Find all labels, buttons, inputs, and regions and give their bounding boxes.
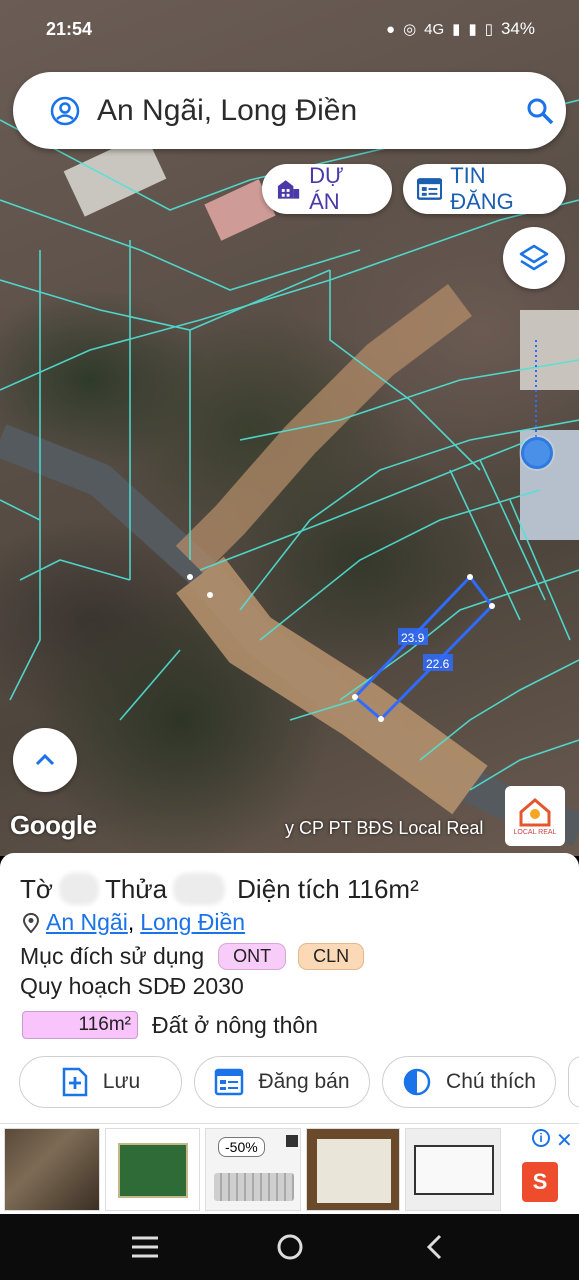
- area-text: Diện tích 116m²: [237, 873, 419, 904]
- listing-icon: [215, 1068, 244, 1096]
- status-time: 21:54: [46, 19, 93, 39]
- action-buttons: Lưu Đăng bán Chú thích: [19, 1056, 579, 1108]
- signal-icon-2: ▮: [468, 21, 477, 38]
- logo-text: LOCAL REAL: [513, 828, 557, 836]
- more-button[interactable]: [568, 1056, 579, 1108]
- to-label: Tờ: [20, 873, 53, 904]
- hotspot-icon: ◎: [403, 21, 417, 38]
- du-an-chip[interactable]: DỰ ÁN: [262, 163, 392, 214]
- house-logo-icon: [519, 797, 551, 826]
- google-logo: Google: [10, 810, 97, 840]
- chevron-up-icon: [35, 753, 55, 766]
- search-query[interactable]: An Ngãi, Long Điền: [97, 94, 357, 128]
- ad-thumb-5[interactable]: [405, 1128, 501, 1211]
- battery-level: 34%: [500, 19, 535, 38]
- edge-label-a: 23.9: [401, 631, 425, 645]
- ad-thumb-4[interactable]: [306, 1128, 400, 1211]
- network-type: 4G: [424, 20, 445, 38]
- back-icon[interactable]: [424, 1233, 444, 1261]
- contrast-icon: [403, 1068, 431, 1096]
- home-icon[interactable]: [276, 1233, 304, 1261]
- planning-title: Quy hoạch SDĐ 2030: [20, 973, 244, 999]
- shop-letter: S: [532, 1169, 548, 1194]
- purpose-row: Mục đích sử dụng ONT CLN: [20, 943, 365, 970]
- layers-icon: [519, 244, 549, 271]
- tag-ont[interactable]: ONT: [218, 943, 287, 970]
- ad-close-icon[interactable]: ✕: [556, 1128, 573, 1153]
- planning-area: 116m²: [22, 1011, 138, 1039]
- local-real-logo[interactable]: LOCAL REAL: [505, 786, 565, 846]
- add-file-icon: [62, 1067, 88, 1097]
- ad-thumb-1[interactable]: [4, 1128, 100, 1211]
- save-label: Lưu: [102, 1070, 141, 1093]
- status-bar: 21:54 ● ◎ 4G ▮ ▮ ▯ 34%: [0, 0, 579, 60]
- my-location-dot: [521, 437, 553, 469]
- account-icon[interactable]: [50, 96, 80, 126]
- district-link[interactable]: Long Điền: [140, 909, 245, 936]
- tin-dang-chip[interactable]: TIN ĐĂNG: [403, 163, 566, 214]
- listing-icon: [417, 178, 443, 200]
- ad-thumb-3[interactable]: -50%: [205, 1128, 301, 1211]
- map-attribution: y CP PT BĐS Local Real: [285, 818, 484, 838]
- post-sale-label: Đăng bán: [258, 1070, 350, 1093]
- discount-badge: -50%: [218, 1137, 265, 1157]
- post-sale-button[interactable]: Đăng bán: [194, 1056, 370, 1108]
- to-number-redacted: [58, 873, 99, 905]
- map-view[interactable]: 23.9 22.6 21:54 ● ◎ 4G ▮ ▮ ▯ 34% An Ngãi…: [0, 0, 579, 856]
- parcel-header: Tờ Thửa Diện tích 116m²: [20, 873, 419, 905]
- location-status-icon: ●: [386, 20, 396, 38]
- shopee-logo[interactable]: S: [522, 1162, 558, 1202]
- location-pin-icon: [22, 912, 40, 933]
- ad-thumb-2[interactable]: [105, 1128, 200, 1211]
- save-button[interactable]: Lưu: [19, 1056, 182, 1108]
- signal-icon: ▮: [452, 21, 461, 38]
- ad-banner[interactable]: -50% i ✕ S: [0, 1123, 579, 1214]
- parcel-location: An Ngãi, Long Điền: [22, 909, 245, 936]
- building-icon: [277, 180, 300, 199]
- recent-apps-icon[interactable]: [131, 1235, 159, 1259]
- purpose-label: Mục đích sử dụng: [20, 943, 205, 969]
- battery-icon: ▯: [484, 21, 493, 38]
- system-nav-bar: [0, 1214, 579, 1280]
- parcel-info-sheet: Tờ Thửa Diện tích 116m² An Ngãi, Long Đi…: [0, 853, 579, 1123]
- search-bar[interactable]: An Ngãi, Long Điền: [13, 72, 566, 149]
- edge-label-b: 22.6: [426, 657, 450, 671]
- thua-number-redacted: [173, 873, 226, 905]
- tin-dang-label: TIN ĐĂNG: [450, 163, 514, 214]
- legend-button[interactable]: Chú thích: [382, 1056, 556, 1108]
- planning-row: 116m² Đất ở nông thôn: [22, 1011, 318, 1039]
- ad-info-icon[interactable]: i: [532, 1129, 550, 1147]
- tag-cln[interactable]: CLN: [298, 943, 365, 970]
- location-separator: ,: [127, 909, 135, 935]
- legend-label: Chú thích: [446, 1070, 536, 1093]
- du-an-label: DỰ ÁN: [309, 163, 344, 214]
- search-icon[interactable]: [525, 96, 555, 126]
- layers-button[interactable]: [503, 227, 565, 289]
- expand-up-button[interactable]: [13, 728, 77, 792]
- commune-link[interactable]: An Ngãi: [46, 909, 128, 936]
- thua-label: Thửa: [104, 873, 168, 904]
- planning-desc: Đất ở nông thôn: [152, 1011, 318, 1038]
